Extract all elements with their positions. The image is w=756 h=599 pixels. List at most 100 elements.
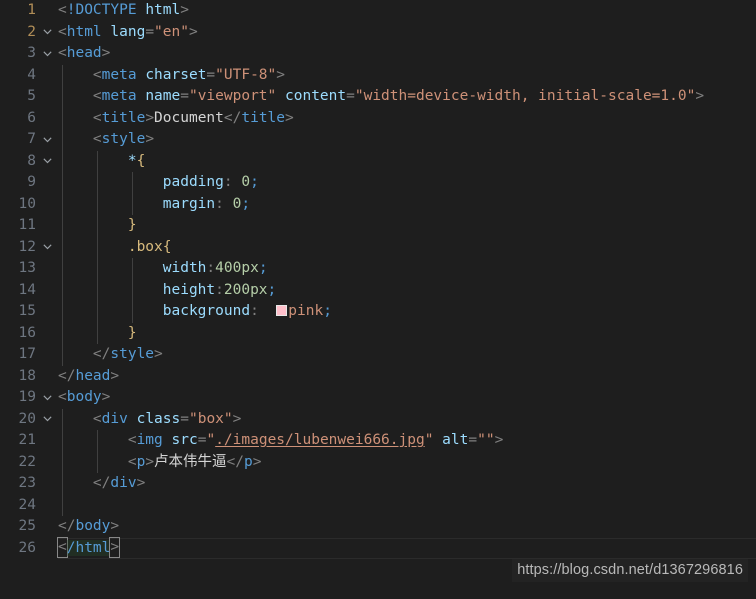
token-tag-name: div — [110, 475, 137, 491]
code-line[interactable]: 3 <head> — [0, 43, 756, 65]
indent-guide — [62, 494, 63, 516]
code-line-active[interactable]: 26 </html> — [0, 536, 756, 560]
token-punct: > — [232, 410, 242, 427]
code-content: <head> — [58, 43, 756, 65]
fold-toggle[interactable] — [36, 409, 58, 431]
token-tag-name: /html — [66, 539, 111, 556]
token-punct: < — [58, 45, 67, 61]
code-line[interactable]: 24 — [0, 494, 756, 516]
line-number: 3 — [27, 45, 36, 61]
token-css-property: background — [162, 303, 251, 319]
code-line[interactable]: 18 </head> — [0, 366, 756, 388]
token-bracket-match-close: > — [109, 536, 121, 558]
line-number: 21 — [18, 432, 36, 448]
code-content: <div class="box"> — [58, 408, 756, 430]
token-punct: </ — [58, 367, 76, 384]
line-number: 9 — [27, 174, 36, 190]
chevron-down-icon — [42, 244, 52, 250]
token-punct: < — [127, 453, 137, 470]
token-equals: = — [206, 66, 216, 83]
token-brace: } — [127, 217, 137, 233]
indent-guide — [132, 193, 133, 215]
indent-guide — [62, 64, 63, 86]
fold-toggle[interactable] — [36, 151, 58, 173]
code-content: </head> — [58, 366, 756, 388]
code-line[interactable]: 15 background: pink; — [0, 301, 756, 323]
token-punct: < — [92, 66, 102, 83]
token-quote: " — [206, 432, 216, 448]
line-number: 11 — [18, 217, 36, 233]
code-line[interactable]: 20 <div class="box"> — [0, 408, 756, 431]
code-line[interactable]: 6 <title>Document</title> — [0, 107, 756, 129]
token-punct: </ — [226, 453, 245, 470]
indent-guide — [97, 322, 98, 344]
code-line[interactable]: 12 .box{ — [0, 236, 756, 259]
code-line[interactable]: 9 padding: 0; — [0, 172, 756, 194]
token-tag-name: body — [75, 518, 111, 534]
token-universal-selector: * — [127, 152, 137, 169]
fold-toggle[interactable] — [36, 387, 58, 409]
chevron-down-icon — [42, 158, 52, 164]
token-attr-value: "en" — [154, 23, 189, 40]
code-content: <title>Document</title> — [58, 107, 756, 129]
token-tag-name: style — [101, 131, 146, 147]
line-number: 14 — [18, 281, 36, 298]
line-number: 12 — [18, 238, 36, 255]
token-attr-value: "UTF-8" — [215, 66, 277, 83]
code-lines-container: 1 <!DOCTYPE html> 2 <html lang="en"> 3 <… — [0, 0, 756, 559]
code-line[interactable]: 11 } — [0, 215, 756, 237]
code-content: <meta name="viewport" content="width=dev… — [58, 86, 756, 108]
code-line[interactable]: 13 width:400px; — [0, 258, 756, 280]
token-punct: > — [188, 23, 198, 40]
line-number: 4 — [27, 66, 36, 83]
line-number: 20 — [18, 410, 36, 427]
fold-toggle[interactable] — [36, 129, 58, 151]
fold-toggle[interactable] — [36, 43, 58, 65]
fold-toggle[interactable] — [36, 22, 58, 44]
code-line[interactable]: 21 <img src="./images/lubenwei666.jpg" a… — [0, 430, 756, 452]
code-line[interactable]: 25 </body> — [0, 516, 756, 538]
token-doctype: !DOCTYPE — [66, 2, 137, 18]
code-content: </div> — [58, 473, 756, 495]
line-number: 13 — [18, 260, 36, 276]
token-css-value: 0 — [241, 174, 251, 190]
code-content: </html> — [57, 536, 756, 560]
indent-guide — [62, 430, 63, 452]
token-css-value: 200px — [223, 281, 268, 298]
code-line[interactable]: 17 </style> — [0, 344, 756, 366]
code-content: } — [58, 322, 756, 344]
code-line[interactable]: 16 } — [0, 322, 756, 344]
token-file-path-link[interactable]: ./images/lubenwei666.jpg — [215, 432, 425, 448]
token-attr-value: "viewport" — [188, 88, 277, 104]
token-punct: > — [101, 389, 111, 405]
fold-toggle[interactable] — [36, 237, 58, 259]
token-css-selector: .box — [127, 238, 163, 255]
code-line[interactable]: 5 <meta name="viewport" content="width=d… — [0, 86, 756, 108]
code-line[interactable]: 14 height:200px; — [0, 279, 756, 301]
code-line[interactable]: 8 *{ — [0, 150, 756, 173]
token-bracket-match-open: < — [57, 536, 68, 558]
token-punct: < — [58, 2, 67, 18]
color-swatch-pink[interactable] — [276, 305, 288, 316]
line-number: 19 — [18, 389, 36, 405]
code-line[interactable]: 10 margin: 0; — [0, 193, 756, 215]
token-equals: = — [145, 23, 155, 40]
code-content: <!DOCTYPE html> — [58, 0, 756, 22]
code-line[interactable]: 7 <style> — [0, 129, 756, 151]
code-content: <meta charset="UTF-8"> — [58, 64, 756, 86]
code-line[interactable]: 4 <meta charset="UTF-8"> — [0, 64, 756, 86]
token-tag-name: head — [66, 45, 102, 61]
line-number: 23 — [18, 475, 36, 491]
code-line[interactable]: 22 <p>卢本伟牛逼</p> — [0, 451, 756, 473]
token-punct: > — [180, 2, 189, 18]
code-line[interactable]: 2 <html lang="en"> — [0, 22, 756, 44]
code-line[interactable]: 23 </div> — [0, 473, 756, 495]
code-line[interactable]: 19 <body> — [0, 387, 756, 409]
code-line[interactable]: 1 <!DOCTYPE html> — [0, 0, 756, 22]
token-punct: > — [145, 109, 155, 126]
token-equals: = — [180, 410, 189, 427]
code-editor[interactable]: 1 <!DOCTYPE html> 2 <html lang="en"> 3 <… — [0, 0, 756, 599]
token-punct: > — [154, 346, 163, 362]
token-punct: > — [695, 88, 705, 104]
